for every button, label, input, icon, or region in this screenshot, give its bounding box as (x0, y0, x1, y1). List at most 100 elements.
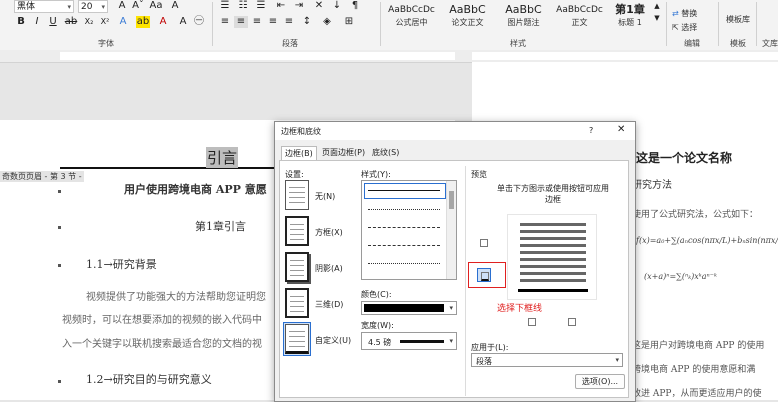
sort-icon[interactable]: ↓ (330, 0, 344, 12)
scrollbar-thumb[interactable] (449, 191, 454, 209)
chevron-down-icon[interactable]: ▾ (101, 1, 105, 14)
borders-icon[interactable]: ⊞ (342, 16, 356, 28)
paragraph-line[interactable]: 入一个关键字以联机搜索最适合您的文档的视 (62, 335, 262, 350)
font-color-icon[interactable]: A (156, 16, 170, 28)
change-case-icon[interactable]: Aa (148, 0, 164, 12)
setting-3d-label[interactable]: 三维(D) (315, 299, 343, 310)
apply-to-value: 段落 (476, 357, 492, 366)
font-name-box[interactable]: 黑体 ▾ (14, 0, 74, 13)
dash-dot-line-option[interactable] (368, 263, 440, 264)
setting-none-label[interactable]: 无(N) (315, 191, 335, 202)
paragraph-line[interactable]: 视频时，可以在想要添加的视频的嵌入代码中 (62, 311, 262, 326)
align-right-icon[interactable]: ≡ (250, 16, 264, 28)
chevron-down-icon[interactable]: ▾ (449, 337, 453, 345)
highlight-icon[interactable]: ab (136, 16, 150, 28)
apply-to-dropdown[interactable]: 段落 ▾ (471, 353, 623, 367)
enclose-char-icon[interactable]: ㊀ (192, 16, 206, 28)
chevron-down-icon[interactable]: ▾ (67, 1, 71, 14)
paragraph-line[interactable]: 视频提供了功能强大的方法帮助您证明您 (86, 288, 266, 303)
shading-icon[interactable]: ◈ (320, 16, 334, 28)
formula-fourier[interactable]: f(x)=a₀+∑(aₙcos(nπx/L)+bₙsin(nπx/L)) (636, 236, 778, 245)
setting-custom-label[interactable]: 自定义(U) (315, 335, 351, 346)
chevron-down-icon[interactable]: ▾ (615, 356, 619, 364)
tab-borders[interactable]: 边框(B) (281, 146, 317, 161)
border-preview-area[interactable] (507, 214, 597, 300)
help-button[interactable]: ? (589, 126, 593, 135)
setting-box-label[interactable]: 方框(X) (315, 227, 343, 238)
dashed-line-option[interactable] (368, 227, 440, 228)
font-color-a-icon[interactable]: A (114, 0, 130, 12)
width-dropdown[interactable]: 4.5 磅 ▾ (361, 332, 457, 350)
text-effects-icon[interactable]: A (116, 16, 130, 28)
solid-line-option[interactable] (368, 190, 440, 191)
left-border-button[interactable] (525, 315, 539, 329)
preview-bottom-border (518, 289, 588, 292)
styles-scroll-up-icon[interactable]: ▲ (652, 0, 662, 12)
chinese-layout-icon[interactable]: ✕ (312, 0, 326, 12)
setting-box-preview[interactable] (285, 216, 309, 246)
superscript-icon[interactable]: X² (98, 16, 112, 28)
char-border-icon[interactable]: A (176, 16, 190, 28)
dotted-line-option[interactable] (368, 209, 440, 210)
decrease-indent-icon[interactable]: ⇤ (274, 0, 288, 12)
setting-3d-preview[interactable] (285, 288, 309, 318)
chevron-down-icon[interactable]: ▾ (449, 304, 453, 312)
font-shrink-icon[interactable]: Aˇ (130, 0, 146, 12)
align-center-icon[interactable]: ≡ (234, 16, 248, 28)
subscript-icon[interactable]: X₂ (82, 16, 96, 28)
long-dashed-line-option[interactable] (368, 245, 440, 246)
style-preview: 第1章 (615, 3, 645, 16)
style-option-selected[interactable] (364, 183, 446, 199)
template-lib-button[interactable]: 模板库 (726, 14, 750, 25)
bottom-border-button[interactable] (477, 268, 491, 282)
clear-format-icon[interactable]: A (168, 0, 182, 12)
setting-custom-preview[interactable] (285, 324, 309, 354)
select-button[interactable]: ⇱ 选择 (672, 22, 697, 33)
strikethrough-icon[interactable]: ab (64, 16, 78, 28)
tab-page-border[interactable]: 页面边框(P) (319, 146, 368, 160)
right-page-title[interactable]: 这是一个论文名称 (636, 149, 732, 166)
style-card[interactable]: AaBbC 论文正文 (440, 0, 495, 34)
font-size-box[interactable]: 20 ▾ (78, 0, 108, 13)
right-paragraph-line[interactable]: 这是用户对跨境电商 APP 的使用 (632, 338, 764, 351)
style-card[interactable]: AaBbC 图片题注 (496, 0, 551, 34)
color-dropdown[interactable]: ▾ (361, 301, 457, 315)
section-heading[interactable]: 1.2→研究目的与研究意义 (86, 371, 212, 387)
heading-selected[interactable]: 引言 (206, 147, 239, 168)
show-marks-icon[interactable]: ¶ (348, 0, 362, 12)
chapter-title[interactable]: 第1章引言 (195, 218, 246, 234)
section-heading[interactable]: 1.1→研究背景 (86, 256, 157, 272)
replace-button[interactable]: ⇄ 替换 (672, 8, 697, 19)
right-section-heading[interactable]: 研究方法 (632, 176, 672, 191)
style-card[interactable]: AaBbCcDc 正文 (552, 0, 607, 34)
setting-shadow-label[interactable]: 阴影(A) (315, 263, 343, 274)
justify-icon[interactable]: ≡ (266, 16, 280, 28)
setting-shadow-preview[interactable] (285, 252, 309, 282)
right-paragraph-line[interactable]: 改进 APP，从而更适应用户的使 (632, 386, 761, 399)
title-line[interactable]: 用户使用跨境电商 APP 意愿 (124, 181, 267, 197)
right-paragraph-line[interactable]: 跨境电商 APP 的使用意愿和满 (632, 362, 755, 375)
distributed-icon[interactable]: ≡ (282, 16, 296, 28)
multilevel-list-icon[interactable]: ☰ (254, 0, 268, 12)
numbering-icon[interactable]: ☷ (236, 0, 250, 12)
close-icon[interactable]: ✕ (617, 124, 625, 135)
right-border-button[interactable] (565, 315, 579, 329)
border-style-list[interactable] (361, 180, 457, 280)
underline-icon[interactable]: U (46, 16, 60, 28)
right-paragraph-line[interactable]: 使用了公式研究法，公式如下： (632, 207, 758, 220)
options-button[interactable]: 选项(O)... (575, 374, 625, 389)
style-card[interactable]: 第1章 标题 1 (608, 0, 652, 34)
italic-icon[interactable]: I (30, 16, 44, 28)
line-spacing-icon[interactable]: ↕ (300, 16, 314, 28)
increase-indent-icon[interactable]: ⇥ (292, 0, 306, 12)
formula-binomial[interactable]: (x+a)ⁿ=∑(ⁿₖ)xᵏaⁿ⁻ᵏ (644, 272, 717, 281)
bold-icon[interactable]: B (14, 16, 28, 28)
style-card[interactable]: AaBbCcDc 公式居中 (384, 0, 439, 34)
align-left-icon[interactable]: ≡ (218, 16, 232, 28)
tab-shading[interactable]: 底纹(S) (369, 146, 402, 160)
setting-none-preview[interactable] (285, 180, 309, 210)
bullets-icon[interactable]: ☰ (218, 0, 232, 12)
width-line-sample (400, 340, 444, 343)
top-border-button[interactable] (477, 236, 491, 250)
styles-scroll-down-icon[interactable]: ▼ (652, 12, 662, 24)
